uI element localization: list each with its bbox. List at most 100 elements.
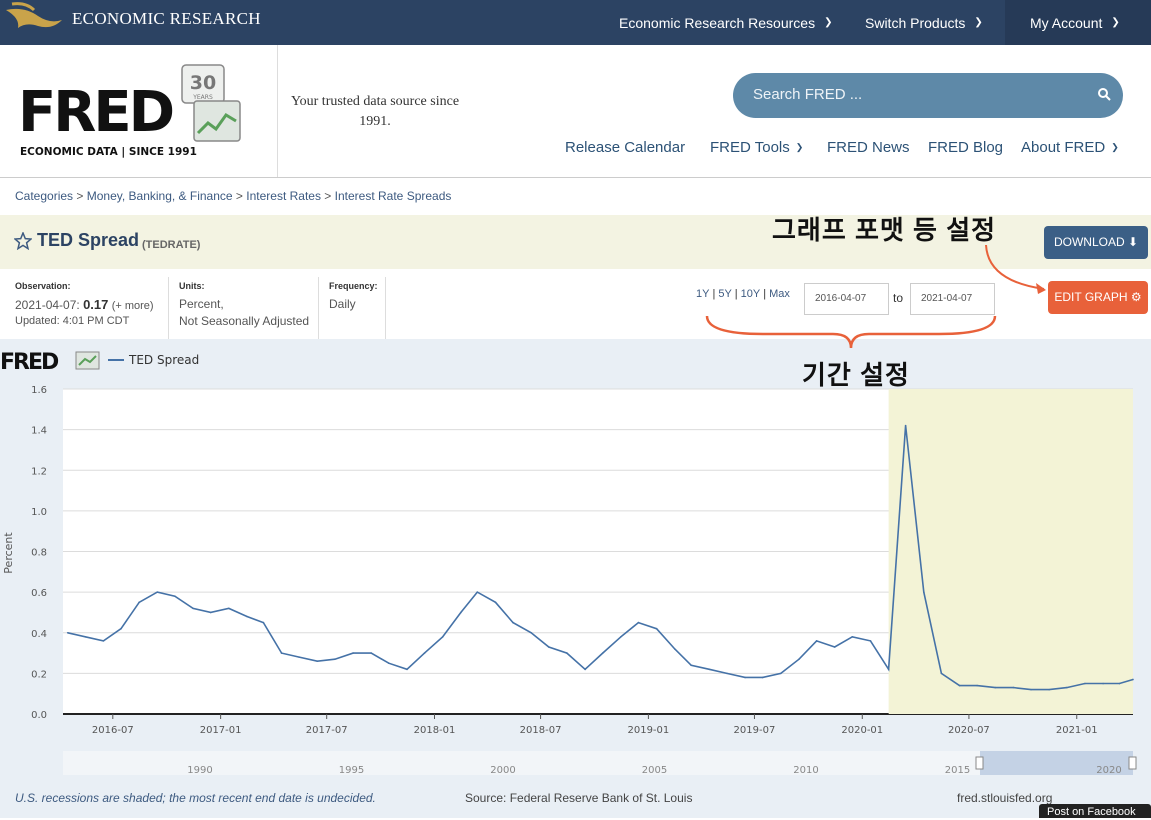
series-title: TED Spread — [37, 230, 140, 250]
range-5y[interactable]: 5Y — [718, 288, 731, 300]
y-tick-label: 0.0 — [31, 710, 47, 721]
chevron-down-icon: ❯ — [824, 17, 833, 28]
navigator[interactable] — [63, 751, 1133, 775]
data-point — [102, 640, 105, 642]
data-point — [690, 664, 692, 667]
units-adjustment: Not Seasonally Adjusted — [179, 314, 310, 328]
data-point — [637, 621, 640, 624]
breadcrumb-categories[interactable]: Categories — [15, 189, 73, 203]
x-tick-label: 2017-07 — [306, 725, 348, 736]
data-point — [566, 652, 568, 654]
search-placeholder: Search FRED ... — [753, 86, 863, 103]
data-point — [976, 684, 978, 687]
nav-my-account[interactable]: My Account ❯ — [1005, 0, 1151, 45]
navigator-label: 2010 — [793, 765, 818, 776]
navigator-label: 2020 — [1096, 765, 1121, 776]
org-name: ECONOMIC RESEARCH — [72, 9, 261, 28]
data-point — [228, 607, 230, 610]
data-point — [316, 660, 319, 662]
breadcrumb-interest-rates[interactable]: Interest Rates — [246, 189, 321, 203]
site-url[interactable]: fred.stlouisfed.org — [957, 791, 1052, 805]
nav-fred-news[interactable]: FRED News — [827, 139, 910, 156]
nav-fred-blog[interactable]: FRED Blog — [928, 139, 1003, 156]
breadcrumb-money-banking[interactable]: Money, Banking, & Finance — [87, 189, 233, 203]
frequency-block: Frequency: Daily — [329, 269, 378, 339]
units-block: Units: Percent, Not Seasonally Adjusted — [179, 269, 309, 339]
x-tick-label: 2019-07 — [734, 725, 776, 736]
navigator-handle-right[interactable] — [1128, 756, 1137, 770]
navigator-label: 1990 — [187, 765, 212, 776]
nav-label: FRED Tools — [710, 139, 790, 156]
data-point — [923, 591, 925, 593]
y-tick-label: 1.6 — [31, 385, 47, 396]
data-point — [460, 611, 462, 614]
range-selector: 1Y | 5Y | 10Y | Max — [696, 288, 790, 300]
data-point — [334, 658, 336, 660]
y-tick-label: 0.6 — [31, 588, 47, 599]
search-input[interactable]: Search FRED ... — [733, 73, 1123, 118]
date-from-input[interactable]: 2016-04-07 — [804, 283, 889, 315]
data-point — [1048, 688, 1051, 691]
nav-economic-research-resources[interactable]: Economic Research Resources ❯ — [619, 0, 832, 45]
range-10y[interactable]: 10Y — [741, 288, 761, 300]
data-point — [476, 591, 479, 593]
navigator-label: 2015 — [945, 765, 970, 776]
data-point — [280, 652, 283, 654]
nav-about-fred[interactable]: About FRED ❯ — [1021, 139, 1119, 156]
data-point — [958, 684, 961, 687]
data-point — [815, 640, 818, 642]
observation-value: 0.17 — [83, 297, 109, 312]
edit-graph-label: EDIT GRAPH — [1054, 290, 1128, 304]
observation-date: 2021-04-07: — [15, 298, 80, 312]
navigator-label: 2005 — [642, 765, 667, 776]
data-point — [246, 615, 248, 618]
breadcrumb: Categories > Money, Banking, & Finance >… — [15, 189, 452, 203]
data-point — [66, 631, 69, 634]
data-point — [370, 652, 373, 654]
data-point — [761, 676, 764, 679]
badge-number: 30 — [190, 72, 216, 94]
breadcrumb-interest-rate-spreads[interactable]: Interest Rate Spreads — [335, 189, 452, 203]
data-point — [423, 652, 426, 654]
y-tick-label: 1.2 — [31, 466, 47, 477]
data-point — [209, 611, 212, 614]
nav-label: FRED News — [827, 139, 910, 156]
frequency-label: Frequency: — [329, 281, 378, 291]
units-label: Units: — [179, 281, 205, 291]
fred-logo[interactable]: FRED ECONOMIC DATA | SINCE 1991 30 YEARS — [18, 63, 248, 168]
gear-icon: ⚙ — [1130, 290, 1142, 304]
data-point — [547, 646, 550, 648]
download-icon: ⬇ — [1127, 235, 1139, 249]
to-label: to — [893, 291, 904, 305]
facebook-post-button[interactable]: Post on Facebook — [1039, 804, 1151, 818]
navigator-handle-left[interactable] — [975, 756, 984, 770]
observation-block: Observation: 2021-04-07: 0.17 (+ more) U… — [15, 269, 154, 339]
chevron-down-icon: ❯ — [974, 17, 983, 28]
search-icon[interactable] — [1097, 87, 1111, 106]
divider — [385, 277, 386, 339]
observation-label: Observation: — [15, 281, 71, 291]
download-button[interactable]: DOWNLOAD ⬇ — [1044, 226, 1148, 259]
source-text: Source: Federal Reserve Bank of St. Loui… — [465, 791, 693, 805]
data-point — [673, 648, 676, 650]
data-point — [780, 672, 782, 675]
site-header: FRED ECONOMIC DATA | SINCE 1991 30 YEARS… — [0, 45, 1151, 178]
navigator-label: 1995 — [339, 765, 364, 776]
eagle-icon — [6, 2, 62, 28]
data-point — [512, 621, 514, 624]
range-max[interactable]: Max — [769, 288, 790, 300]
nav-release-calendar[interactable]: Release Calendar — [565, 139, 685, 156]
data-point — [1132, 678, 1134, 681]
nav-fred-tools[interactable]: FRED Tools ❯ — [710, 139, 803, 156]
date-to-input[interactable]: 2021-04-07 — [910, 283, 995, 315]
star-icon[interactable] — [13, 231, 33, 255]
more-link[interactable]: (+ more) — [112, 300, 154, 312]
edit-graph-button[interactable]: EDIT GRAPH ⚙ — [1048, 281, 1148, 314]
nav-label: About FRED — [1021, 139, 1106, 156]
stlouisfed-logo[interactable]: ECONOMIC RESEARCH — [4, 2, 261, 36]
data-point — [494, 601, 497, 604]
nav-switch-products[interactable]: Switch Products ❯ — [865, 0, 983, 45]
range-1y[interactable]: 1Y — [696, 288, 709, 300]
x-tick-label: 2020-07 — [948, 725, 990, 736]
data-point — [601, 652, 604, 654]
